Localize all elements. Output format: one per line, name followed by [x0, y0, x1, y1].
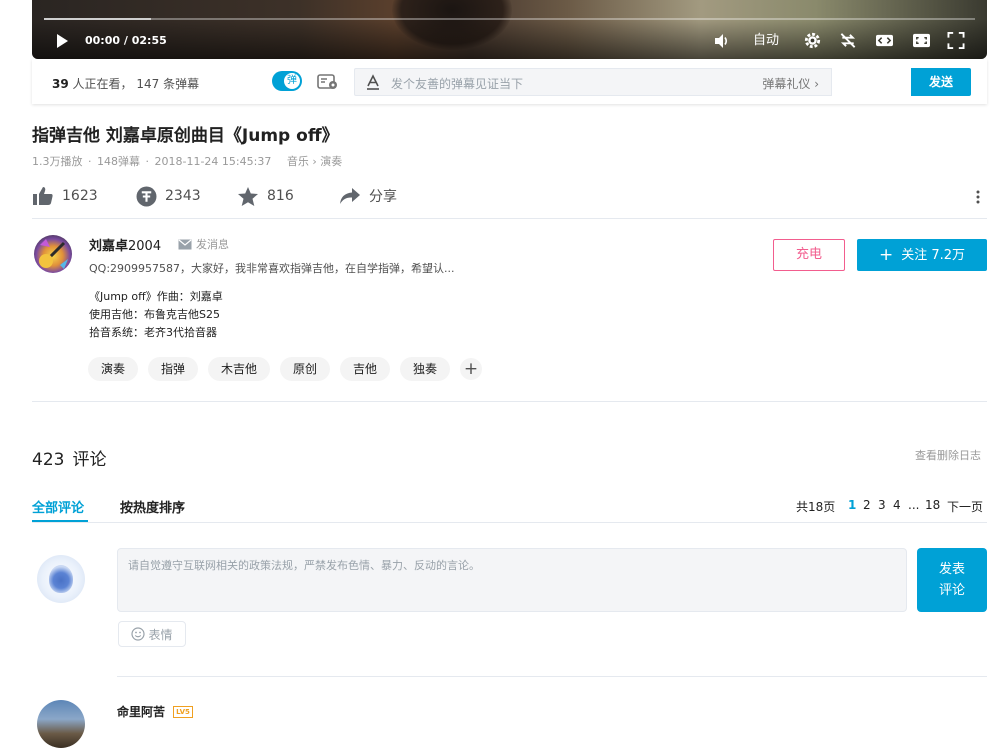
danmaku-settings-icon [317, 74, 337, 89]
add-tag-button[interactable]: + [460, 358, 482, 380]
loop-off-button[interactable] [838, 31, 858, 50]
danmaku-etiquette-link[interactable]: 弹幕礼仪 › [762, 75, 819, 92]
more-menu-button[interactable] [976, 189, 980, 208]
quality-button[interactable]: 自动 [753, 33, 779, 49]
emoji-button[interactable]: 表情 [118, 621, 186, 647]
comment-input[interactable]: 请自觉遵守互联网相关的政策法规，严禁发布色情、暴力、反动的言论。 [117, 548, 907, 612]
commenter-avatar[interactable] [37, 700, 85, 748]
uploader-avatar[interactable] [34, 235, 72, 273]
volume-icon [715, 34, 728, 48]
widescreen-button[interactable] [875, 32, 894, 49]
commenter-name[interactable]: 命里阿苦 [117, 703, 165, 720]
tab-all-comments[interactable]: 全部评论 [32, 497, 84, 516]
time-total: 02:55 [131, 34, 167, 47]
danmaku-toggle-knob: 弹 [284, 73, 300, 89]
pager-page-3[interactable]: 3 [878, 498, 886, 512]
pager-page-4[interactable]: 4 [893, 498, 901, 512]
pager-page-2[interactable]: 2 [863, 498, 871, 512]
danmaku-input-placeholder: 发个友善的弹幕见证当下 [391, 77, 524, 91]
smiley-icon [131, 627, 146, 641]
section-divider [32, 218, 987, 219]
viewer-count: 39 人正在看， 147 条弹幕 [52, 77, 200, 91]
danmaku-bar: 39 人正在看， 147 条弹幕 弹 发个友善的弹幕见证当下 弹幕礼仪 › 发送 [32, 59, 987, 104]
tag-item[interactable]: 指弹 [148, 357, 199, 381]
publish-date: 2018-11-24 15:45:37 [154, 155, 272, 168]
pager-next[interactable]: 下一页 [947, 498, 983, 515]
post-comment-button[interactable]: 发表 评论 [917, 548, 987, 612]
zone-child-link[interactable]: 演奏 [320, 155, 342, 168]
fullscreen-button[interactable] [947, 32, 965, 49]
tag-item[interactable]: 原创 [280, 357, 331, 381]
view-count: 1.3万播放 [32, 155, 83, 168]
view-delete-log-link[interactable]: 查看删除日志 [915, 447, 981, 463]
description-line: 使用吉他：布鲁克吉他S25 [89, 308, 220, 321]
play-icon [57, 34, 68, 48]
time-display: 00:00 / 02:55 [85, 34, 167, 47]
comment-input-placeholder: 请自觉遵守互联网相关的政策法规，严禁发布色情、暴力、反动的言论。 [128, 559, 480, 572]
danmaku-count: 148弹幕 [97, 155, 140, 168]
description-line: 《Jump off》作曲：刘嘉卓 [89, 290, 223, 303]
pager-ellipsis: ... [908, 498, 920, 512]
like-button[interactable]: 1623 [32, 184, 98, 208]
uploader-description: QQ:2909957587，大家好，我非常喜欢指弹吉他，在自学指弹，希望认... [89, 262, 455, 275]
more-vertical-icon [976, 190, 980, 204]
share-button[interactable]: 分享 [339, 184, 397, 208]
favorite-button[interactable]: 816 [237, 184, 294, 208]
progress-fill [44, 18, 152, 20]
volume-button[interactable] [713, 32, 731, 50]
loop-off-icon [840, 33, 856, 48]
web-fullscreen-icon [913, 33, 930, 48]
share-icon [340, 188, 360, 204]
widescreen-icon [876, 34, 893, 47]
charge-button[interactable]: 充电 [773, 239, 845, 271]
tag-item[interactable]: 独奏 [400, 357, 451, 381]
danmaku-input[interactable]: 发个友善的弹幕见证当下 弹幕礼仪 › [354, 68, 832, 96]
tabs-divider [32, 522, 987, 523]
coin-button[interactable]: 2343 [136, 184, 201, 208]
danmaku-toggle[interactable]: 弹 [272, 71, 302, 91]
plus-icon: + [878, 245, 894, 265]
star-icon [238, 186, 258, 206]
description-line: 拾音系统：老齐3代拾音器 [89, 326, 217, 339]
coin-icon [136, 186, 157, 206]
send-message-link[interactable]: 发消息 [178, 236, 229, 252]
video-player[interactable]: 00:00 / 02:55 自动 [32, 0, 987, 59]
guitar-art-icon [39, 239, 68, 269]
video-title: 指弹吉他 刘嘉卓原创曲目《Jump off》 [32, 126, 339, 146]
video-meta: 1.3万播放 · 148弹幕 · 2018-11-24 15:45:37 音乐 … [32, 155, 343, 168]
zone-parent-link[interactable]: 音乐 [287, 155, 309, 168]
danmaku-send-button[interactable]: 发送 [911, 68, 971, 96]
tab-sort-by-hot[interactable]: 按热度排序 [120, 497, 185, 516]
text-style-icon[interactable] [365, 74, 381, 90]
user-level-badge: LV5 [173, 706, 193, 718]
play-button[interactable] [54, 33, 70, 49]
zone-breadcrumb: 音乐 › 演奏 [286, 155, 343, 168]
time-current: 00:00 [85, 34, 121, 47]
gear-icon [804, 32, 821, 49]
settings-button[interactable] [803, 31, 822, 50]
current-user-avatar[interactable] [37, 555, 85, 603]
thumbs-up-icon [33, 187, 53, 205]
fullscreen-icon [947, 32, 965, 49]
envelope-icon [178, 239, 192, 249]
web-fullscreen-button[interactable] [912, 32, 931, 49]
tag-item[interactable]: 吉他 [340, 357, 391, 381]
follow-button[interactable]: + 关注 7.2万 [857, 239, 987, 271]
uploader-name[interactable]: 刘嘉卓2004 [89, 235, 161, 254]
comment-count: 423 评论 [32, 450, 107, 470]
pager-page-last[interactable]: 18 [925, 498, 940, 512]
comment-divider [117, 676, 987, 677]
pager-page-1[interactable]: 1 [848, 498, 856, 512]
pager-total: 共18页 [796, 500, 836, 514]
progress-bar[interactable] [44, 18, 975, 20]
tag-item[interactable]: 演奏 [88, 357, 139, 381]
danmaku-settings-button[interactable] [317, 73, 339, 95]
section-divider [32, 401, 987, 402]
tag-item[interactable]: 木吉他 [208, 357, 271, 381]
